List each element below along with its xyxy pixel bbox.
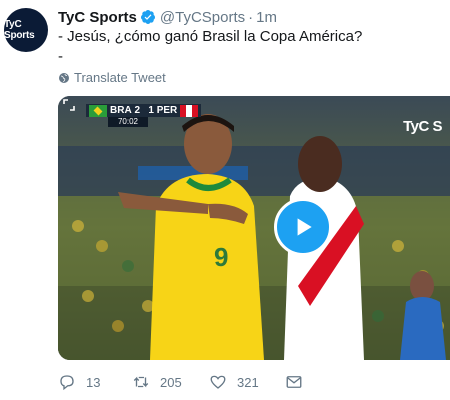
- tweet-actions: 13 205 321: [58, 373, 358, 393]
- direct-message-button[interactable]: [285, 373, 313, 391]
- translate-label: Translate Tweet: [74, 70, 166, 85]
- tweet-text: - Jesús, ¿cómo ganó Brasil la Copa Améri…: [58, 27, 438, 67]
- retweet-button[interactable]: 205: [132, 373, 182, 391]
- peru-flag-icon: [180, 104, 199, 117]
- video-frame-image: 9: [58, 96, 450, 360]
- heart-icon: [210, 375, 226, 389]
- tweet-card[interactable]: TyC Sports TyC Sports @TyCSports · 1m - …: [0, 0, 450, 400]
- retweet-icon: [133, 376, 149, 388]
- play-icon: [297, 218, 312, 236]
- tweet-header: TyC Sports @TyCSports · 1m: [58, 7, 277, 27]
- reply-count: 13: [86, 374, 101, 390]
- broadcaster-watermark: TyC S: [403, 118, 442, 135]
- like-count: 321: [237, 374, 259, 390]
- play-button[interactable]: [274, 198, 332, 256]
- tweet-text-line: - Jesús, ¿cómo ganó Brasil la Copa Améri…: [58, 28, 363, 45]
- retweet-count: 205: [160, 374, 182, 390]
- author-handle[interactable]: @TyCSports: [160, 9, 245, 26]
- reply-button[interactable]: 13: [58, 373, 100, 391]
- score-row: BRA 2 1 PER: [86, 104, 202, 117]
- home-score: 2: [134, 105, 141, 116]
- score-bug: BRA 2 1 PER 70:02: [86, 104, 202, 132]
- away-score: 1: [148, 105, 154, 116]
- reply-icon: [60, 375, 74, 391]
- video-player[interactable]: 9 BRA 2 1 PER 70:02 TyC S: [58, 96, 450, 360]
- avatar-logo-text: TyC Sports: [4, 19, 35, 41]
- home-team: BRA: [110, 105, 132, 116]
- translate-tweet-link[interactable]: Translate Tweet: [58, 70, 166, 85]
- svg-text:9: 9: [214, 242, 228, 272]
- envelope-icon: [286, 376, 302, 388]
- author-name[interactable]: TyC Sports: [58, 9, 137, 26]
- separator-dot: ·: [248, 8, 254, 26]
- tweet-timestamp[interactable]: 1m: [256, 9, 277, 26]
- brazil-flag-icon: [89, 104, 107, 117]
- globe-icon: [59, 72, 69, 83]
- like-button[interactable]: 321: [209, 373, 259, 391]
- away-team: PER: [156, 105, 178, 116]
- match-clock: 70:02: [108, 117, 148, 127]
- verified-badge-icon: [140, 10, 155, 24]
- tweet-text-line: -: [58, 48, 63, 65]
- expand-icon[interactable]: [62, 98, 76, 112]
- avatar[interactable]: TyC Sports: [4, 8, 48, 52]
